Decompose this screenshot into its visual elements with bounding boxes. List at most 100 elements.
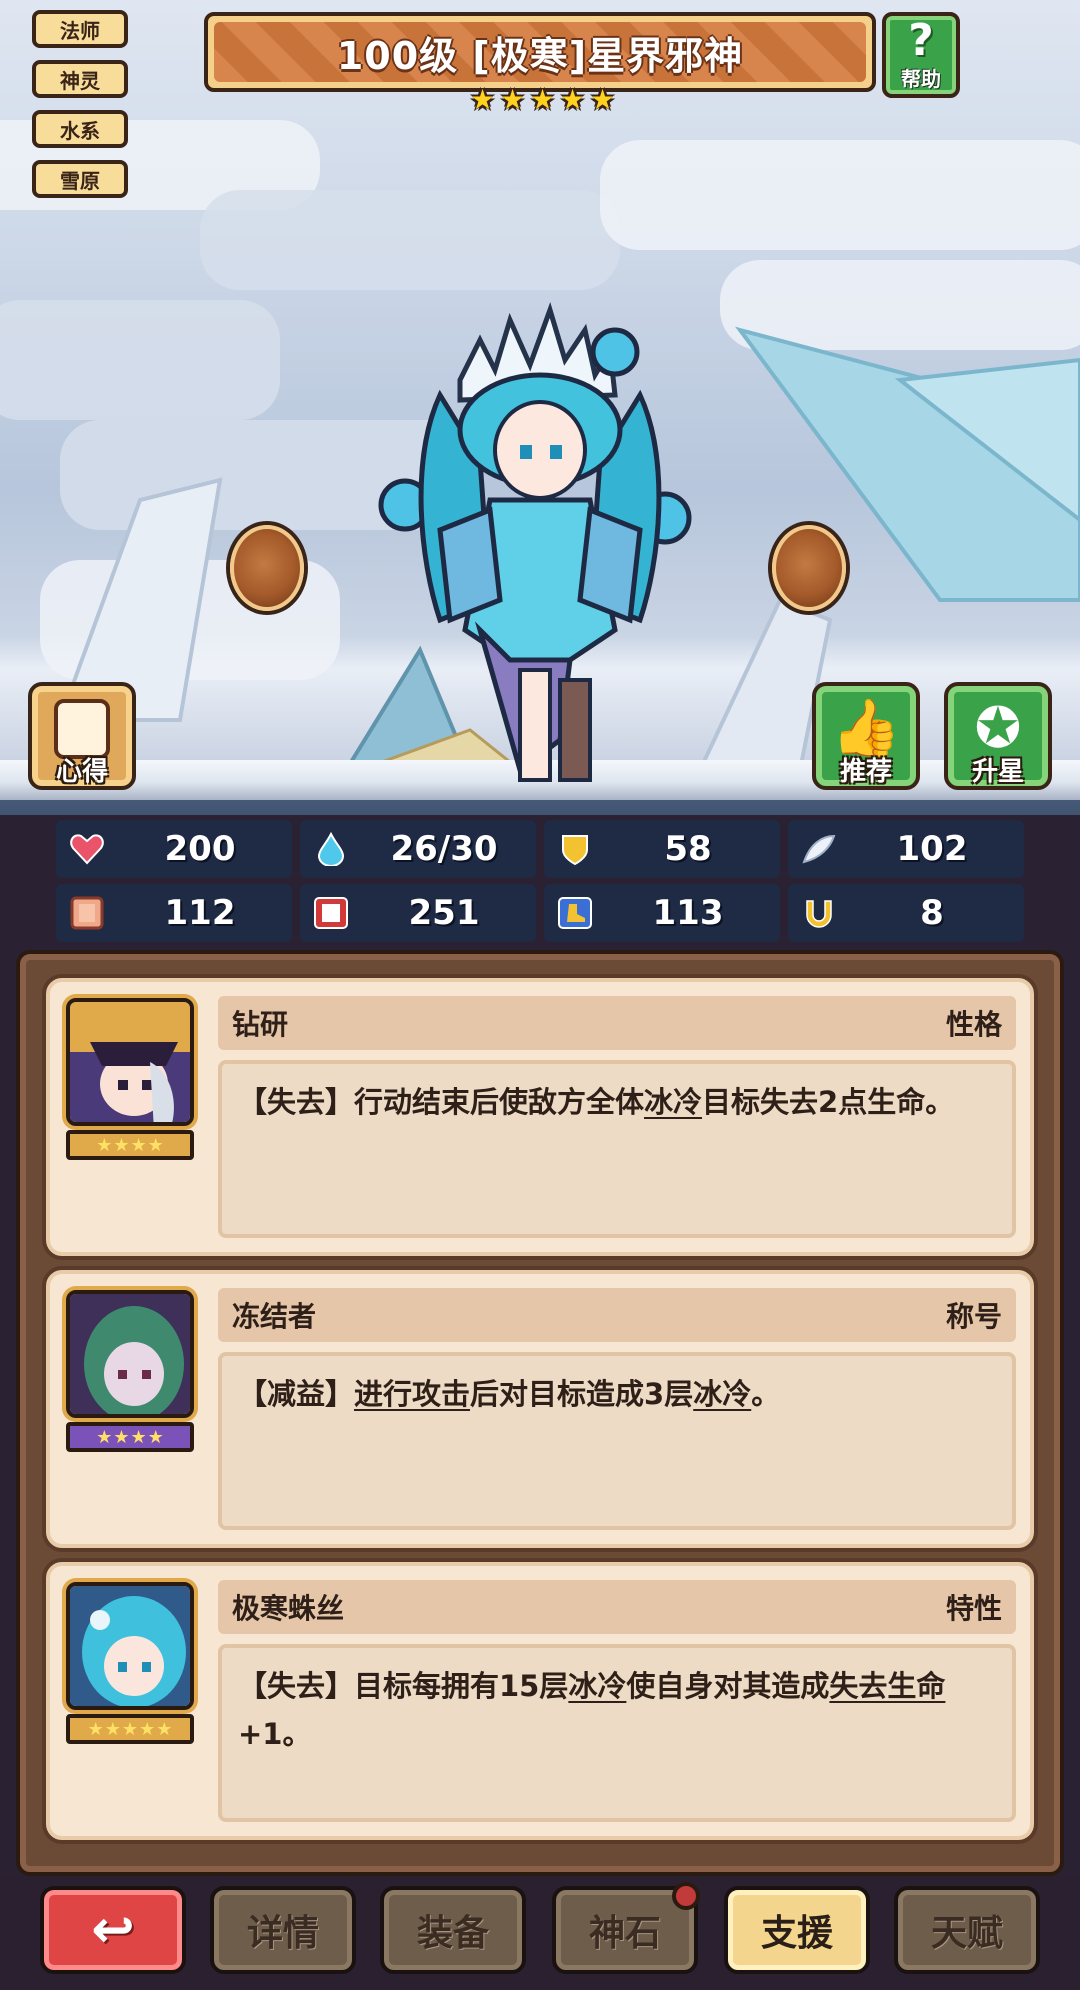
keyword-link-chill[interactable]: 冰冷 (644, 1085, 702, 1119)
shield-icon (554, 828, 596, 870)
skill-name: 钻研 (232, 1008, 289, 1041)
desc-text: 【减益】 (238, 1377, 355, 1411)
ice-goddess-character[interactable] (370, 300, 710, 810)
star-icon: ★ (104, 1718, 121, 1740)
skill-name: 冻结者 (232, 1300, 317, 1333)
spellbook-icon (310, 892, 352, 934)
stats-grid: 200 26/30 58 102 112 251 113 8 (56, 820, 1024, 942)
tag-element[interactable]: 水系 (32, 110, 128, 148)
skill-star-rating: ★ ★ ★ ★ ★ (66, 1714, 194, 1744)
star-icon: ★ (96, 1426, 113, 1448)
skill-card[interactable]: ★ ★ ★ ★ 冻结者 称号 【减益】进行攻击后对目标造成3层冰冷。 (46, 1270, 1034, 1548)
star-up-button[interactable]: ✪ 升星 (944, 682, 1052, 790)
recommend-label: 推荐 (839, 757, 892, 787)
question-mark-icon: ? (908, 14, 934, 66)
keyword-link-chill[interactable]: 冰冷 (568, 1669, 626, 1703)
character-title-banner: 100级 [极寒]星界邪神 (204, 12, 876, 92)
desc-text: 。 (751, 1377, 781, 1411)
tab-details-label: 详情 (246, 1913, 319, 1954)
star-icon: ★ (96, 1134, 113, 1156)
stat-speed: 113 (544, 884, 780, 942)
skill-category: 称号 (945, 1300, 1002, 1333)
skills-panel: ★ ★ ★ ★ 钻研 性格 【失去】行动结束后使敌方全体冰冷目标失去2点生命。 ★ ★ ★… (16, 950, 1064, 1876)
star-icon: ★ (130, 1134, 147, 1156)
skill-category: 特性 (945, 1592, 1002, 1625)
skill-header: 钻研 性格 (218, 996, 1016, 1050)
skill-description: 【减益】进行攻击后对目标造成3层冰冷。 (218, 1352, 1016, 1530)
tab-support[interactable]: 支援 (724, 1886, 870, 1974)
horseshoe-icon (798, 892, 840, 934)
star-icon: ★ (147, 1134, 164, 1156)
star-badge-icon: ✪ (974, 696, 1022, 761)
help-button[interactable]: ? 帮助 (882, 12, 960, 98)
cloud (200, 190, 620, 290)
keyword-link-lose-life[interactable]: 失去生命 (829, 1669, 945, 1703)
mana-drop-icon (310, 828, 352, 870)
left-token-icon (230, 525, 304, 611)
fist-icon (66, 892, 108, 934)
right-token-icon (772, 525, 846, 611)
stat-strength: 112 (56, 884, 292, 942)
star-icon: ★ (130, 1426, 147, 1448)
tab-equipment[interactable]: 装备 (380, 1886, 526, 1974)
strategy-notes-button[interactable]: 心得 (28, 682, 136, 790)
tab-godstone-label: 神石 (588, 1913, 661, 1954)
skill-description: 【失去】行动结束后使敌方全体冰冷目标失去2点生命。 (218, 1060, 1016, 1238)
star-icon: ★ (139, 1718, 156, 1740)
stat-evasion-value: 102 (896, 829, 968, 869)
recommend-button[interactable]: 👍 推荐 (812, 682, 920, 790)
cloud (600, 140, 1080, 250)
star-icon: ★ (156, 1718, 173, 1740)
stat-mana: 26/30 (300, 820, 536, 878)
star-icon: ★ (87, 1718, 104, 1740)
skill-card[interactable]: ★ ★ ★ ★ 钻研 性格 【失去】行动结束后使敌方全体冰冷目标失去2点生命。 (46, 978, 1034, 1256)
tab-talent[interactable]: 天赋 (894, 1886, 1040, 1974)
star-icon: ★ (113, 1426, 130, 1448)
skill-star-rating: ★ ★ ★ ★ (66, 1422, 194, 1452)
keyword-link-attack[interactable]: 进行攻击 (354, 1377, 470, 1411)
back-button[interactable]: ↩ (40, 1886, 186, 1974)
strategy-notes-label: 心得 (55, 757, 108, 787)
tab-godstone[interactable]: 神石 (552, 1882, 700, 1974)
stat-defense-value: 58 (664, 829, 712, 869)
stat-speed-value: 113 (652, 893, 724, 933)
tag-class[interactable]: 法师 (32, 10, 128, 48)
stat-luck: 8 (788, 884, 1024, 942)
skill-name: 极寒蛛丝 (232, 1592, 345, 1625)
desc-text: 目标失去2点生命。 (702, 1085, 955, 1119)
stat-magic-value: 251 (408, 893, 480, 933)
stat-evasion: 102 (788, 820, 1024, 878)
star-icon: ★ (530, 83, 556, 116)
notebook-icon (54, 699, 110, 759)
star-icon: ★ (500, 83, 526, 116)
tab-details[interactable]: 详情 (210, 1886, 356, 1974)
stat-health-value: 200 (164, 829, 236, 869)
skill-star-rating: ★ ★ ★ ★ (66, 1130, 194, 1160)
tab-talent-label: 天赋 (930, 1913, 1003, 1954)
boot-icon (554, 892, 596, 934)
tag-terrain[interactable]: 雪原 (32, 160, 128, 198)
character-tags: 法师 神灵 水系 雪原 (32, 10, 128, 198)
skill-portrait (66, 1290, 194, 1418)
star-icon: ★ (113, 1134, 130, 1156)
stat-mana-value: 26/30 (390, 829, 498, 869)
skill-portrait (66, 998, 194, 1126)
keyword-link-chill[interactable]: 冰冷 (693, 1377, 751, 1411)
star-icon: ★ (470, 83, 496, 116)
tag-race[interactable]: 神灵 (32, 60, 128, 98)
star-icon: ★ (560, 83, 586, 116)
stat-health: 200 (56, 820, 292, 878)
skill-portrait (66, 1582, 194, 1710)
desc-text: 【失去】目标每拥有15层 (238, 1669, 569, 1703)
skill-card[interactable]: ★ ★ ★ ★ ★ 极寒蛛丝 特性 【失去】目标每拥有15层冰冷使自身对其造成失去生命+… (46, 1562, 1034, 1840)
tab-equipment-label: 装备 (416, 1913, 489, 1954)
desc-text: 【失去】行动结束后使敌方全体 (238, 1085, 645, 1119)
star-icon: ★ (121, 1718, 139, 1740)
return-arrow-icon: ↩ (91, 1900, 135, 1960)
skill-header: 冻结者 称号 (218, 1288, 1016, 1342)
star-icon: ★ (590, 83, 616, 116)
skill-category: 性格 (945, 1008, 1002, 1041)
skill-header: 极寒蛛丝 特性 (218, 1580, 1016, 1634)
skill-description: 【失去】目标每拥有15层冰冷使自身对其造成失去生命 +1。 (218, 1644, 1016, 1822)
stat-magic: 251 (300, 884, 536, 942)
